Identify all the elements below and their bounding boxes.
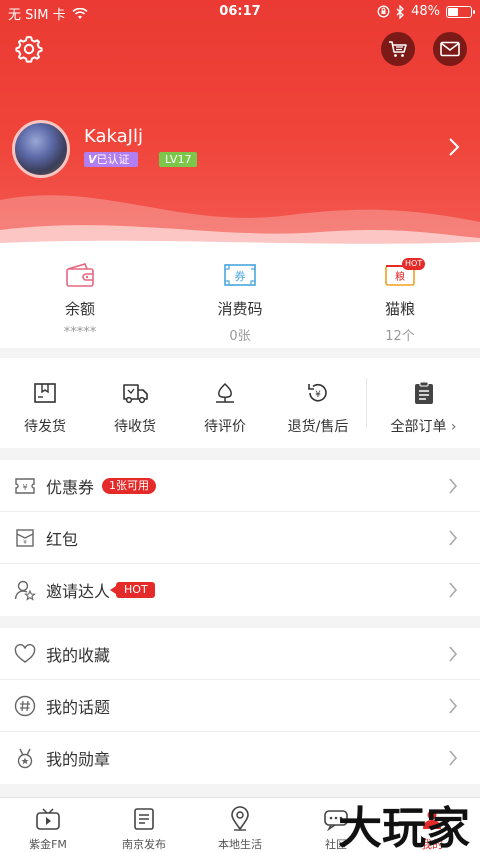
orders-section: 待发货 待收货 待评价 ¥ 退货/售后 全部订单 › [0, 358, 480, 448]
wallet-icon [66, 263, 94, 287]
box-icon [34, 383, 56, 403]
mail-button[interactable] [433, 32, 467, 66]
chevron-right-icon [449, 582, 458, 598]
chevron-right-icon [449, 646, 458, 662]
mail-icon [440, 41, 460, 57]
list-item-label: 我的勋章 [46, 750, 111, 769]
wallet-value: ***** [63, 325, 97, 340]
svg-text:¥: ¥ [22, 483, 27, 492]
tab-local-life[interactable]: 本地生活 [192, 798, 288, 853]
cat-food-icon-text: 粮 [395, 270, 405, 283]
level-badge: LV17 [159, 152, 198, 167]
bluetooth-icon [396, 4, 405, 19]
profile-header: 无 SIM 卡 06:17 48% KakaJlj V已认证 LV17 [0, 0, 480, 250]
list-item-topics[interactable]: 我的话题 [0, 680, 480, 732]
order-label: 待评价 [204, 419, 246, 435]
hashtag-icon [14, 695, 36, 716]
list-item-label: 优惠券 [46, 477, 95, 497]
order-pending-ship[interactable]: 待发货 [0, 358, 90, 448]
battery-icon [446, 5, 475, 18]
list-group-1: ¥ 优惠券 1张可用 ¥ 红包 邀请达人 HOT [0, 460, 480, 616]
gear-icon[interactable] [14, 34, 44, 64]
wallet-item-cat-food[interactable]: 粮 猫粮 12个 [320, 250, 480, 348]
list-item-favorites[interactable]: 我的收藏 [0, 628, 480, 680]
order-all[interactable]: 全部订单 › [367, 358, 480, 448]
news-icon [134, 808, 154, 830]
order-pending-review[interactable]: 待评价 [180, 358, 270, 448]
verified-badge: V已认证 [84, 152, 138, 167]
chevron-right-icon[interactable] [446, 136, 462, 158]
chevron-right-icon [449, 698, 458, 714]
chevron-right-icon [449, 478, 458, 494]
invite-icon [14, 580, 36, 601]
chevron-right-icon [449, 750, 458, 766]
watermark-logo: 大玩家 [338, 803, 470, 853]
wallet-label: 猫粮 [384, 300, 415, 318]
truck-icon [123, 384, 148, 404]
wallet-label: 消费码 [217, 300, 263, 318]
list-item-coupon[interactable]: ¥ 优惠券 1张可用 [0, 460, 480, 512]
orientation-lock-icon [377, 5, 390, 18]
list-item-label: 邀请达人 [46, 582, 111, 601]
verified-badge-label: 已认证 [96, 153, 130, 166]
list-group-2: 我的收藏 我的话题 我的勋章 [0, 628, 480, 784]
coupon-icon: ¥ [15, 477, 35, 494]
list-item-invite[interactable]: 邀请达人 HOT [0, 564, 480, 616]
verified-v-icon: V [88, 153, 97, 166]
list-item-label: 我的收藏 [46, 645, 111, 665]
wallet-item-consume-code[interactable]: 券 消费码 0张 [160, 250, 320, 348]
clipboard-icon [414, 381, 433, 404]
location-icon [231, 806, 249, 831]
cart-icon [389, 41, 407, 57]
battery-level [448, 7, 458, 16]
list-item-label: 我的话题 [46, 697, 111, 717]
profile-page: 无 SIM 卡 06:17 48% KakaJlj V已认证 LV17 余额 *… [0, 0, 480, 853]
tv-icon [36, 808, 60, 830]
battery-percent: 48% [411, 4, 440, 19]
tab-label: 南京发布 [122, 838, 166, 851]
chevron-right-icon [449, 530, 458, 546]
red-packet-icon: ¥ [16, 528, 34, 547]
order-pending-receive[interactable]: 待收货 [90, 358, 180, 448]
list-item-medals[interactable]: 我的勋章 [0, 732, 480, 784]
wallet-value: 12个 [385, 329, 415, 344]
heart-icon [14, 643, 36, 663]
ticket-icon-text: 券 [235, 269, 246, 283]
tab-nanjing-release[interactable]: 南京发布 [96, 798, 192, 853]
wallet-value: 0张 [229, 329, 251, 344]
tab-zijin-fm[interactable]: 紫金FM [0, 798, 96, 853]
tab-label: 紫金FM [29, 838, 67, 851]
order-all-text: 全部订单 [390, 419, 447, 435]
svg-text:¥: ¥ [315, 390, 321, 400]
list-item-red-packet[interactable]: ¥ 红包 [0, 512, 480, 564]
hot-badge: HOT [402, 258, 426, 270]
cart-button[interactable] [381, 32, 415, 66]
order-all-label: 全部订单 › [367, 416, 480, 436]
coupon-available-badge: 1张可用 [102, 477, 157, 494]
refund-icon: ¥ [308, 383, 327, 402]
chevron-right-icon: › [450, 419, 457, 435]
order-label: 退货/售后 [287, 419, 349, 435]
avatar[interactable] [12, 120, 70, 178]
username: KakaJlj [84, 126, 143, 147]
rate-icon [216, 382, 234, 403]
status-bar: 无 SIM 卡 06:17 48% [0, 0, 480, 24]
list-item-label: 红包 [46, 529, 79, 549]
wallet-label: 余额 [64, 300, 95, 318]
order-refund[interactable]: ¥ 退货/售后 [270, 358, 366, 448]
order-label: 待收货 [114, 419, 156, 435]
hot-badge: HOT [110, 582, 155, 598]
ticket-icon: 券 [224, 264, 256, 286]
medal-icon [17, 748, 33, 769]
svg-text:¥: ¥ [23, 539, 27, 546]
wallet-item-balance[interactable]: 余额 ***** [0, 250, 160, 348]
order-label: 待发货 [24, 419, 66, 435]
tab-label: 本地生活 [218, 838, 262, 851]
